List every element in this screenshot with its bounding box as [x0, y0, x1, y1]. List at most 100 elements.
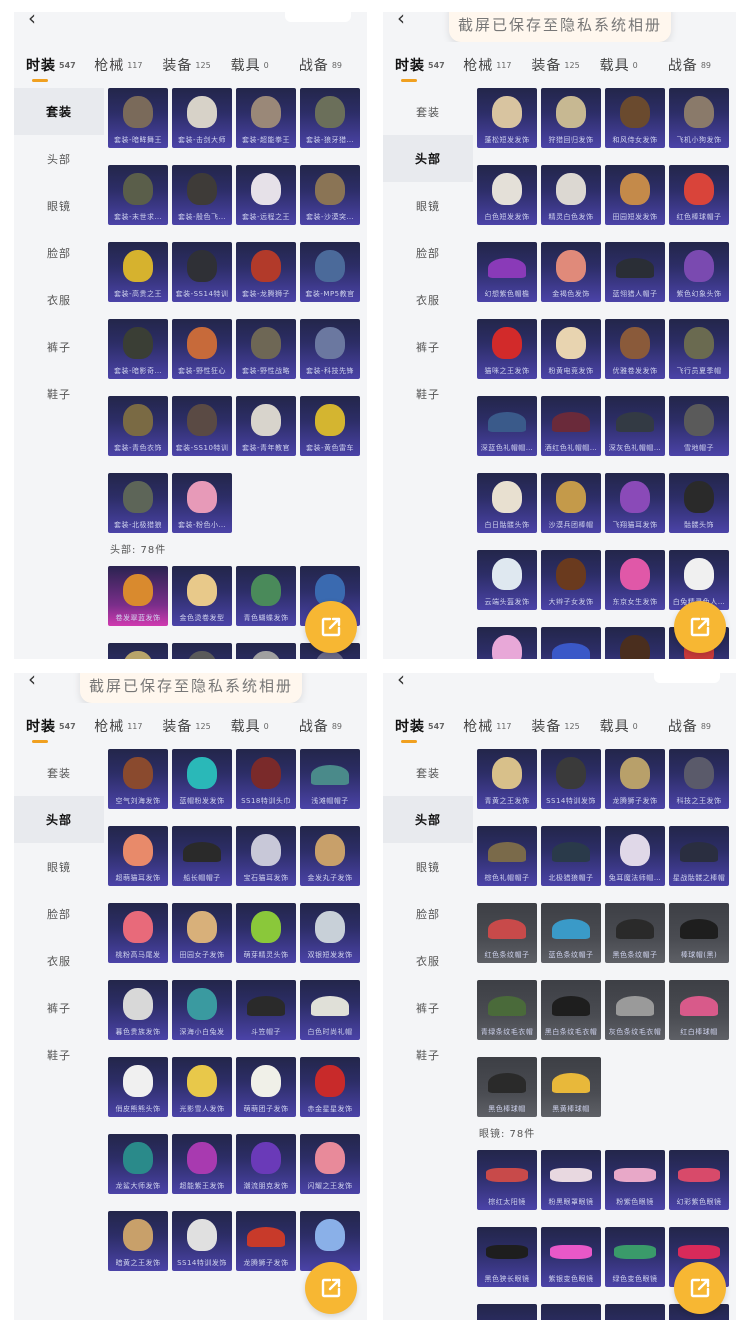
- sidebar-item[interactable]: 脸部: [14, 890, 104, 937]
- item-card[interactable]: 白日骷髅头饰: [477, 473, 537, 533]
- item-card[interactable]: SS14特训发饰: [172, 1211, 232, 1271]
- item-card[interactable]: 蓬松短发发饰: [477, 88, 537, 148]
- sidebar-item[interactable]: 套装: [14, 88, 104, 135]
- item-card[interactable]: 狩猎回归发饰: [541, 88, 601, 148]
- item-card[interactable]: 棕色长发发饰: [605, 627, 665, 659]
- item-card[interactable]: 深灰色礼帽帽…: [605, 396, 665, 456]
- item-card[interactable]: 白色时尚礼帽: [300, 980, 360, 1040]
- tab-4[interactable]: 战备 89: [668, 703, 736, 749]
- item-card[interactable]: 黑色狭长眼镜: [477, 1227, 537, 1287]
- item-card[interactable]: [541, 1304, 601, 1320]
- item-card[interactable]: 大辫子女发饰: [541, 550, 601, 610]
- sidebar-item[interactable]: 眼镜: [383, 843, 473, 890]
- item-card[interactable]: 和风侍女发饰: [605, 88, 665, 148]
- item-card[interactable]: SS18特训头巾: [236, 749, 296, 809]
- sidebar-item[interactable]: 套装: [14, 749, 104, 796]
- item-card[interactable]: 青黄之王发饰: [477, 749, 537, 809]
- item-card[interactable]: 精灵白色发饰: [541, 165, 601, 225]
- top-action-pill[interactable]: [285, 12, 351, 22]
- item-card[interactable]: 萌芽精灵头饰: [236, 903, 296, 963]
- item-card[interactable]: 优雅卷发发饰: [605, 319, 665, 379]
- sidebar-item[interactable]: 眼镜: [14, 182, 104, 229]
- item-card[interactable]: 科技之王发饰: [669, 749, 729, 809]
- tab-3[interactable]: 载具 0: [231, 42, 299, 88]
- item-card[interactable]: 粉黄电竞发饰: [541, 319, 601, 379]
- tab-3[interactable]: 载具 0: [231, 703, 299, 749]
- tab-0[interactable]: 时装 547: [26, 42, 94, 88]
- item-card[interactable]: 斗笠帽子: [236, 980, 296, 1040]
- tab-0[interactable]: 时装 547: [395, 703, 463, 749]
- share-external-icon[interactable]: [305, 1262, 357, 1314]
- tab-0[interactable]: 时装 547: [26, 703, 94, 749]
- item-card[interactable]: 套装-北极猎狼: [108, 473, 168, 533]
- item-card[interactable]: 套装-沙漠突…: [300, 165, 360, 225]
- tab-0[interactable]: 时装 547: [395, 42, 463, 88]
- item-card[interactable]: 金色烫卷发型: [172, 566, 232, 626]
- item-card[interactable]: 深海小白兔发: [172, 980, 232, 1040]
- sidebar-item[interactable]: 裤子: [383, 984, 473, 1031]
- sidebar-item[interactable]: 鞋子: [14, 370, 104, 417]
- item-card[interactable]: 闪耀之王发饰: [300, 1134, 360, 1194]
- sidebar-item[interactable]: 头部: [14, 135, 104, 182]
- item-card[interactable]: 红白棒球帽: [669, 980, 729, 1040]
- item-card[interactable]: 俏皮熊熊头饰: [108, 1057, 168, 1117]
- item-card[interactable]: 红色条纹帽子: [477, 903, 537, 963]
- tab-4[interactable]: 战备 89: [299, 703, 367, 749]
- item-card[interactable]: 兔耳魔法师帽…: [605, 826, 665, 886]
- item-card[interactable]: [172, 643, 232, 659]
- item-card[interactable]: 沙漠兵团棒帽: [541, 473, 601, 533]
- item-card[interactable]: 深蓝色礼帽帽…: [477, 396, 537, 456]
- tab-3[interactable]: 载具 0: [600, 703, 668, 749]
- item-card[interactable]: 双银短发发饰: [300, 903, 360, 963]
- item-card[interactable]: 暗黄之王发饰: [108, 1211, 168, 1271]
- sidebar-item[interactable]: 鞋子: [383, 1031, 473, 1078]
- item-card[interactable]: 黑黄棒球帽: [541, 1057, 601, 1117]
- item-card[interactable]: 幻彩紫色眼镜: [669, 1150, 729, 1210]
- item-card[interactable]: 套装-野性战略: [236, 319, 296, 379]
- item-card[interactable]: 黑色棒球帽: [477, 1057, 537, 1117]
- chevron-left-icon[interactable]: ‹: [397, 673, 405, 691]
- item-card[interactable]: 套装-高贵之王: [108, 242, 168, 302]
- item-card[interactable]: 船长帽帽子: [172, 826, 232, 886]
- item-card[interactable]: 套装-暗影奇…: [108, 319, 168, 379]
- item-card[interactable]: 卷发翠蓝发饰: [108, 566, 168, 626]
- item-card[interactable]: 紫银变色眼镜: [541, 1227, 601, 1287]
- item-card[interactable]: 星战骷髅之棒帽: [669, 826, 729, 886]
- item-card[interactable]: 蓝色条纹帽子: [541, 903, 601, 963]
- item-card[interactable]: 套装-超能拳王: [236, 88, 296, 148]
- item-card[interactable]: 光影雪人发饰: [172, 1057, 232, 1117]
- item-card[interactable]: 青色蝴蝶发饰: [236, 566, 296, 626]
- tab-1[interactable]: 枪械 117: [94, 42, 162, 88]
- item-card[interactable]: 套装-粉色小…: [172, 473, 232, 533]
- item-card[interactable]: 龙腾狮子发饰: [236, 1211, 296, 1271]
- sidebar-item[interactable]: 头部: [14, 796, 104, 843]
- sidebar-item[interactable]: 套装: [383, 88, 473, 135]
- item-card[interactable]: 白色短发发饰: [477, 165, 537, 225]
- item-card[interactable]: 骷髅头饰: [669, 473, 729, 533]
- top-action-pill[interactable]: [654, 673, 720, 683]
- item-card[interactable]: 金褐色发饰: [541, 242, 601, 302]
- item-card[interactable]: 金发丸子发饰: [300, 826, 360, 886]
- item-card[interactable]: 空气刘海发饰: [108, 749, 168, 809]
- sidebar-item[interactable]: 套装: [383, 749, 473, 796]
- item-card[interactable]: 暮色贵族发饰: [108, 980, 168, 1040]
- item-card[interactable]: 飞翔猫耳发饰: [605, 473, 665, 533]
- share-external-icon[interactable]: [674, 1262, 726, 1314]
- item-card[interactable]: 棕色礼帽帽子: [477, 826, 537, 886]
- chevron-left-icon[interactable]: ‹: [28, 12, 36, 30]
- sidebar-item[interactable]: 裤子: [383, 323, 473, 370]
- tab-1[interactable]: 枪械 117: [463, 42, 531, 88]
- item-card[interactable]: 黑白条纹毛衣帽: [541, 980, 601, 1040]
- item-card[interactable]: 套装-龙腾狮子: [236, 242, 296, 302]
- tab-2[interactable]: 装备 125: [162, 42, 230, 88]
- sidebar-item[interactable]: 头部: [383, 135, 473, 182]
- item-card[interactable]: 龙鲨大师发饰: [108, 1134, 168, 1194]
- sidebar-item[interactable]: 头部: [383, 796, 473, 843]
- sidebar-item[interactable]: 脸部: [14, 229, 104, 276]
- item-card[interactable]: 田园女子发饰: [172, 903, 232, 963]
- item-card[interactable]: 套装-暗眸舞王: [108, 88, 168, 148]
- sidebar-item[interactable]: 眼镜: [383, 182, 473, 229]
- sidebar-item[interactable]: 裤子: [14, 323, 104, 370]
- tab-2[interactable]: 装备 125: [162, 703, 230, 749]
- item-card[interactable]: 套装-远程之王: [236, 165, 296, 225]
